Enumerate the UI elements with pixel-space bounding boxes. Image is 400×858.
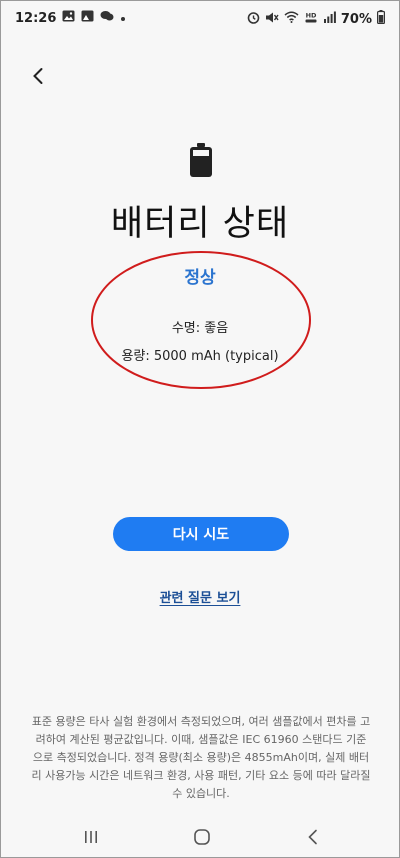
battery-percent: 70% xyxy=(340,11,372,27)
back-arrow-icon xyxy=(33,68,43,84)
gallery-notification-icon xyxy=(62,10,75,26)
back-button[interactable] xyxy=(25,63,51,89)
related-questions-link[interactable]: 관련 질문 보기 xyxy=(1,587,399,606)
chat-notification-icon xyxy=(100,10,114,26)
nav-back-button[interactable] xyxy=(298,825,328,849)
battery-status: 정상 xyxy=(184,268,216,288)
battery-icon xyxy=(190,143,212,181)
screen: 12:26 HD 70% 배터리 상태 정상 수명: 좋음 용량: 5000 m… xyxy=(0,0,400,858)
navigation-bar xyxy=(1,819,399,853)
battery-life: 수명: 좋음 xyxy=(171,321,229,336)
nav-back-icon xyxy=(308,829,317,845)
signal-icon xyxy=(323,11,336,27)
clock: 12:26 xyxy=(15,10,57,26)
home-icon xyxy=(194,829,210,845)
capacity-footnote: 표준 용량은 타사 실험 환경에서 측정되었으며, 여러 샘플값에서 편차를 고… xyxy=(31,715,371,800)
alarm-icon xyxy=(247,11,260,28)
recents-button[interactable] xyxy=(76,825,106,849)
home-button[interactable] xyxy=(187,825,217,849)
more-notifications-dot-icon xyxy=(120,11,126,26)
recents-icon xyxy=(85,831,97,843)
retry-button[interactable]: 다시 시도 xyxy=(113,517,289,551)
status-bar-right: HD 70% xyxy=(247,10,386,28)
mute-icon xyxy=(265,11,279,28)
status-bar-left: 12:26 xyxy=(15,10,126,26)
status-bar: 12:26 HD 70% xyxy=(1,1,399,35)
status-battery-icon xyxy=(377,10,386,28)
battery-capacity: 용량: 5000 mAh (typical) xyxy=(121,349,279,364)
hd-voice-icon: HD xyxy=(304,11,318,28)
page-title: 배터리 상태 xyxy=(110,204,290,244)
wifi-icon xyxy=(284,11,299,27)
svg-text:HD: HD xyxy=(305,11,316,19)
image-notification-icon xyxy=(81,10,94,26)
